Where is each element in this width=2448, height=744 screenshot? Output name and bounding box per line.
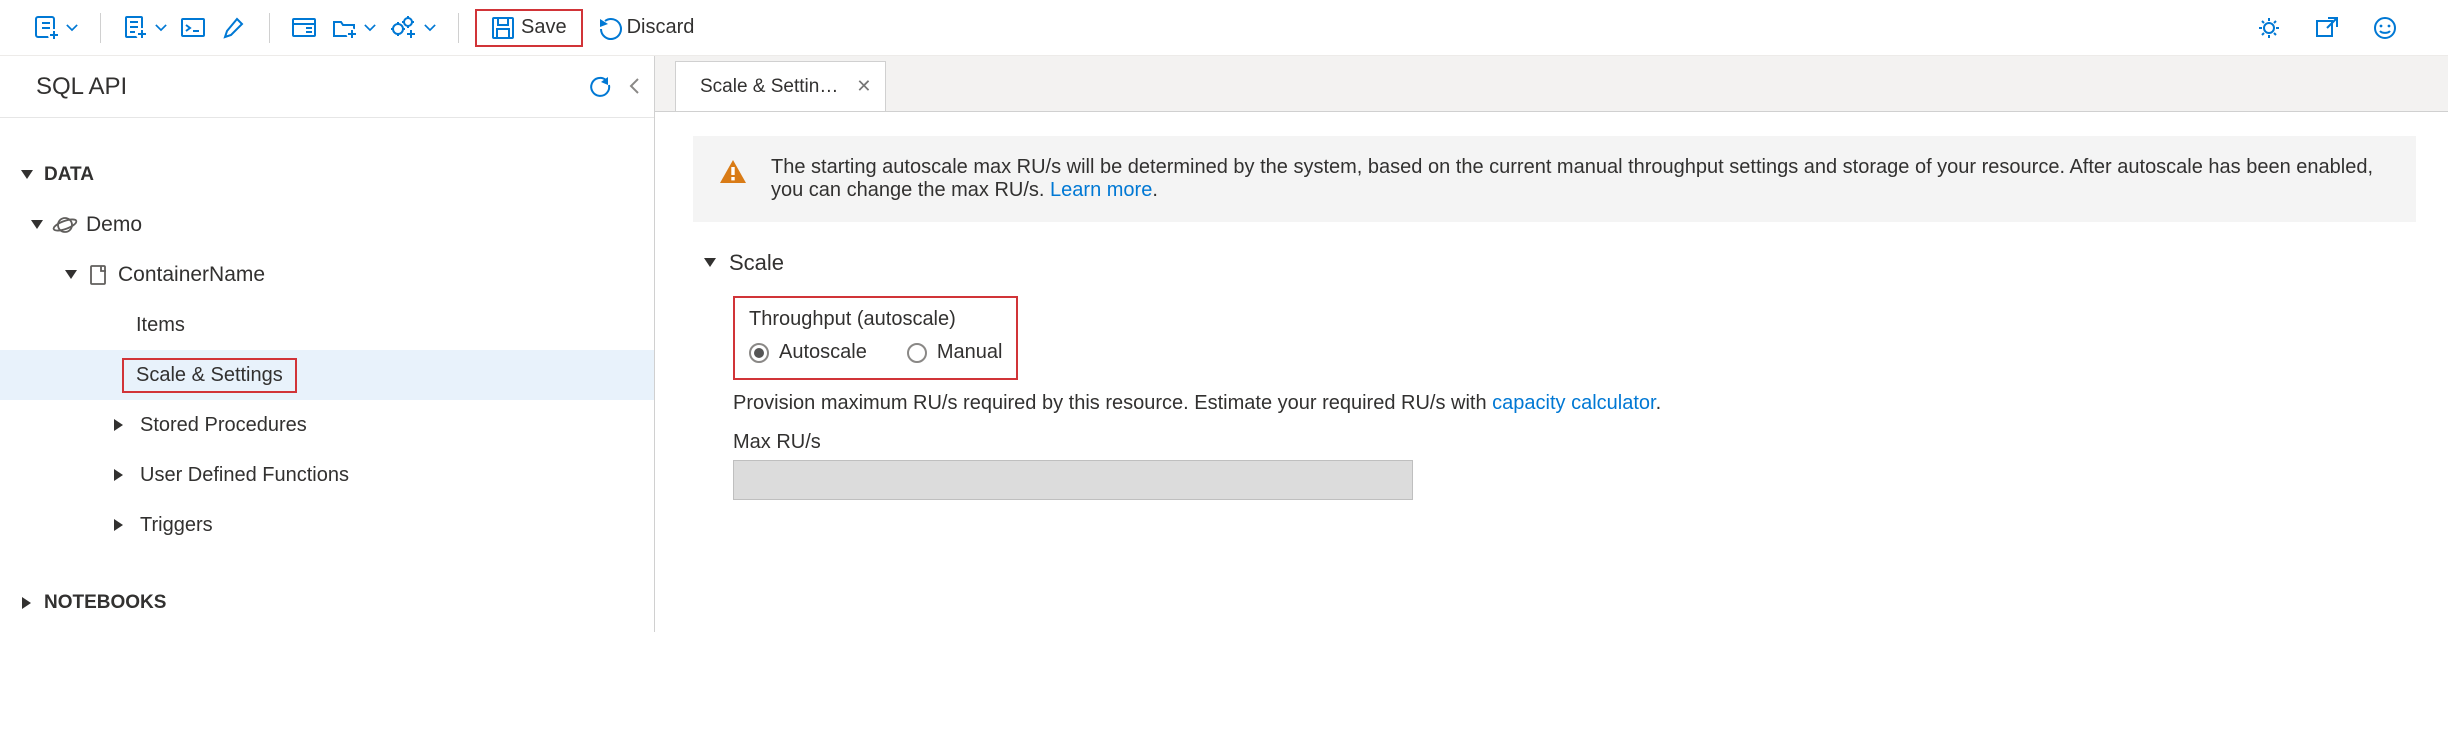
tree-triggers[interactable]: Triggers: [0, 500, 654, 550]
settings-button[interactable]: [2250, 9, 2288, 47]
info-banner: The starting autoscale max RU/s will be …: [693, 136, 2416, 222]
max-ru-label: Max RU/s: [733, 431, 2416, 454]
database-label: Demo: [86, 213, 142, 237]
toolbar-separator: [458, 13, 459, 43]
triangle-right-icon: [22, 597, 32, 609]
tab-scale-settings[interactable]: Scale & Settin… ✕: [675, 61, 886, 111]
tree-scale-settings[interactable]: Scale & Settings: [0, 350, 654, 400]
leaf-label: Stored Procedures: [140, 414, 307, 437]
throughput-title: Throughput (autoscale): [749, 308, 1002, 331]
radio-icon: [907, 343, 927, 363]
leaf-label: Scale & Settings: [122, 358, 297, 393]
radio-icon: [749, 343, 769, 363]
max-ru-input[interactable]: [733, 460, 1413, 500]
triangle-right-icon: [114, 419, 124, 431]
brush-icon: [222, 16, 246, 40]
section-label: NOTEBOOKS: [44, 592, 166, 614]
query-button[interactable]: [175, 9, 213, 47]
triangle-right-icon: [114, 469, 124, 481]
chevron-down-icon: [155, 24, 167, 31]
warning-icon: [719, 158, 747, 191]
resource-tree-panel: SQL API DATA Demo: [0, 56, 655, 632]
tab-label: Scale & Settin…: [700, 76, 838, 98]
toolbar: Save Discard: [0, 0, 2448, 56]
radio-label: Manual: [937, 341, 1003, 364]
tree-items[interactable]: Items: [0, 300, 654, 350]
open-external-button[interactable]: [2308, 9, 2346, 47]
discard-button[interactable]: Discard: [585, 9, 709, 47]
document-add-icon: [123, 15, 149, 41]
feedback-button[interactable]: [2366, 9, 2404, 47]
tree-section-data[interactable]: DATA: [0, 150, 654, 200]
container-label: ContainerName: [118, 263, 265, 287]
throughput-mode-group: Throughput (autoscale) Autoscale Manual: [733, 296, 1018, 380]
panel-title: SQL API: [36, 73, 592, 101]
radio-autoscale[interactable]: Autoscale: [749, 341, 867, 364]
toolbar-separator: [100, 13, 101, 43]
chevron-down-icon: [66, 24, 78, 31]
gear-icon: [2257, 16, 2281, 40]
chevron-down-icon: [424, 24, 436, 31]
triangle-down-icon: [31, 220, 43, 230]
tab-strip: Scale & Settin… ✕: [655, 56, 2448, 112]
toolbar-separator: [269, 13, 270, 43]
undo-icon: [599, 17, 621, 39]
window-button[interactable]: [286, 9, 324, 47]
new-item-button[interactable]: [117, 9, 173, 47]
triangle-down-icon: [21, 170, 33, 180]
discard-label: Discard: [627, 16, 695, 39]
window-icon: [292, 16, 318, 40]
learn-more-link[interactable]: Learn more: [1050, 179, 1152, 201]
chevron-down-icon: [364, 24, 376, 31]
tree-section-notebooks[interactable]: NOTEBOOKS: [0, 578, 654, 628]
clear-button[interactable]: [215, 9, 253, 47]
collapse-panel-button[interactable]: [630, 68, 640, 106]
leaf-label: Triggers: [140, 514, 213, 537]
open-external-icon: [2315, 16, 2339, 40]
triangle-down-icon: [704, 258, 716, 268]
capacity-calculator-link[interactable]: capacity calculator: [1492, 392, 1655, 414]
scale-section-header[interactable]: Scale: [703, 250, 2416, 276]
tab-close-button[interactable]: ✕: [856, 76, 871, 97]
folder-add-icon: [332, 16, 358, 40]
container-icon: [88, 264, 108, 286]
tree-stored-procedures[interactable]: Stored Procedures: [0, 400, 654, 450]
database-icon: [54, 214, 76, 236]
chevron-left-icon: [630, 79, 640, 95]
leaf-label: User Defined Functions: [140, 464, 349, 487]
open-folder-button[interactable]: [326, 9, 382, 47]
radio-manual[interactable]: Manual: [907, 341, 1003, 364]
save-icon: [491, 16, 515, 40]
tree-database[interactable]: Demo: [0, 200, 654, 250]
banner-text: The starting autoscale max RU/s will be …: [771, 156, 2390, 202]
container-add-icon: [34, 15, 60, 41]
save-button[interactable]: Save: [475, 9, 583, 47]
tree-udf[interactable]: User Defined Functions: [0, 450, 654, 500]
throughput-description: Provision maximum RU/s required by this …: [733, 392, 2416, 415]
section-label: DATA: [44, 164, 94, 186]
save-label: Save: [521, 16, 567, 39]
triangle-right-icon: [114, 519, 124, 531]
radio-label: Autoscale: [779, 341, 867, 364]
triangle-down-icon: [65, 270, 77, 280]
refresh-button[interactable]: [592, 68, 612, 106]
tree-container[interactable]: ContainerName: [0, 250, 654, 300]
leaf-label: Items: [136, 314, 185, 337]
smile-icon: [2373, 16, 2397, 40]
gears-add-icon: [390, 15, 418, 41]
console-icon: [181, 16, 207, 40]
settings-add-button[interactable]: [384, 9, 442, 47]
section-title: Scale: [729, 250, 784, 276]
refresh-icon: [592, 77, 612, 97]
new-container-button[interactable]: [28, 9, 84, 47]
content-panel: Scale & Settin… ✕ The starting autoscale…: [655, 56, 2448, 632]
